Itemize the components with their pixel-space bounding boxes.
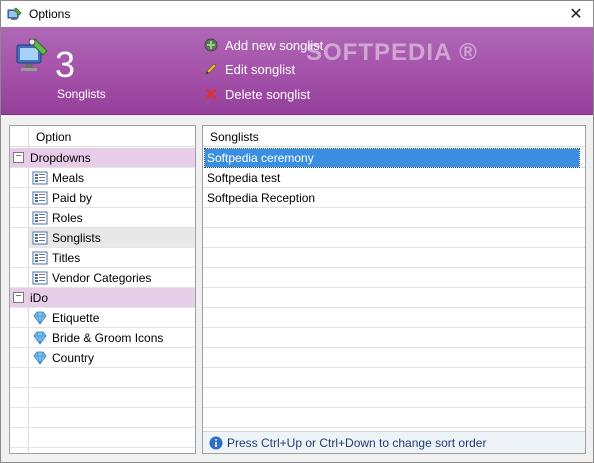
- songlist-name: Softpedia test: [207, 171, 281, 185]
- songlist-row[interactable]: Softpedia Reception: [203, 188, 585, 208]
- gem-icon: [32, 310, 48, 326]
- list-icon: [32, 210, 48, 226]
- options-tree-header: Option: [10, 126, 195, 147]
- tree-item-label: Paid by: [52, 191, 93, 205]
- delete-songlist-button[interactable]: Delete songlist: [203, 86, 310, 102]
- tree-item-songlists[interactable]: Songlists: [29, 228, 195, 248]
- songlist-row[interactable]: Softpedia ceremony: [203, 148, 585, 168]
- songlist-count-label: Songlists: [57, 87, 106, 101]
- tree-item-roles[interactable]: Roles: [10, 208, 195, 228]
- gem-icon: [32, 330, 48, 346]
- tree-item-label: Country: [52, 351, 95, 365]
- app-icon: [7, 6, 23, 22]
- songlists-grid-header: Songlists: [203, 126, 585, 147]
- info-icon: [209, 436, 223, 450]
- close-button[interactable]: ✕: [559, 1, 593, 27]
- empty-row: [203, 368, 585, 388]
- options-window: Options ✕ 3 Songlists Add new songlist E…: [0, 0, 594, 463]
- sort-hint-bar: Press Ctrl+Up or Ctrl+Down to change sor…: [203, 431, 585, 453]
- tree-item-label: Songlists: [52, 231, 101, 245]
- list-icon: [32, 190, 48, 206]
- list-icon: [32, 270, 48, 286]
- tree-item-meals[interactable]: Meals: [10, 168, 195, 188]
- edit-songlist-label: Edit songlist: [225, 61, 296, 77]
- delete-icon: [203, 86, 219, 102]
- pencil-icon: [203, 61, 219, 77]
- add-icon: [203, 37, 219, 53]
- edit-songlist-button[interactable]: Edit songlist: [203, 61, 295, 77]
- list-icon: [32, 230, 48, 246]
- empty-row: [203, 228, 585, 248]
- empty-row: [203, 208, 585, 228]
- header-banner: 3 Songlists Add new songlist Edit songli…: [1, 27, 593, 115]
- tree-item-label: Etiquette: [52, 311, 100, 325]
- tree-item-country[interactable]: Country: [10, 348, 195, 368]
- delete-songlist-label: Delete songlist: [225, 86, 311, 102]
- songlists-grid[interactable]: Songlists Softpedia ceremony Softpedia t…: [202, 125, 586, 454]
- collapse-toggle[interactable]: −: [13, 292, 24, 303]
- tree-item-vendor-categories[interactable]: Vendor Categories: [10, 268, 195, 288]
- tree-item-label: Titles: [52, 251, 81, 265]
- tree-item-paid-by[interactable]: Paid by: [10, 188, 195, 208]
- list-icon: [32, 250, 48, 266]
- sort-hint-text: Press Ctrl+Up or Ctrl+Down to change sor…: [227, 436, 487, 450]
- list-icon: [32, 170, 48, 186]
- option-column-header: Option: [36, 130, 72, 144]
- group-label: iDo: [30, 291, 49, 305]
- options-logo-icon: [15, 37, 51, 75]
- empty-row: [203, 248, 585, 268]
- empty-row: [10, 408, 195, 428]
- songlist-count: 3: [55, 44, 76, 85]
- empty-row: [203, 348, 585, 368]
- empty-row: [203, 308, 585, 328]
- softpedia-watermark: SOFTPEDIA ®: [306, 39, 478, 66]
- options-tree[interactable]: Option − Dropdowns Meals Paid by Roles S…: [9, 125, 196, 454]
- collapse-toggle[interactable]: −: [13, 152, 24, 163]
- empty-row: [203, 408, 585, 428]
- tree-item-label: Vendor Categories: [52, 271, 152, 285]
- group-label: Dropdowns: [30, 151, 91, 165]
- tree-item-titles[interactable]: Titles: [10, 248, 195, 268]
- empty-row: [10, 388, 195, 408]
- title-bar: Options ✕: [1, 1, 593, 27]
- tree-item-label: Meals: [52, 171, 85, 185]
- songlist-name: Softpedia Reception: [207, 191, 316, 205]
- songlists-column-header: Songlists: [210, 130, 259, 144]
- tree-item-label: Bride & Groom Icons: [52, 331, 164, 345]
- empty-row: [10, 428, 195, 448]
- tree-item-bride-groom-icons[interactable]: Bride & Groom Icons: [10, 328, 195, 348]
- window-title: Options: [29, 7, 71, 21]
- gem-icon: [32, 350, 48, 366]
- empty-row: [203, 388, 585, 408]
- tree-item-label: Roles: [52, 211, 83, 225]
- songlist-row[interactable]: Softpedia test: [203, 168, 585, 188]
- songlist-name: Softpedia ceremony: [204, 148, 580, 168]
- empty-row: [203, 268, 585, 288]
- group-dropdowns[interactable]: − Dropdowns: [10, 148, 195, 168]
- empty-row: [203, 288, 585, 308]
- group-ido[interactable]: − iDo: [10, 288, 195, 308]
- tree-item-etiquette[interactable]: Etiquette: [10, 308, 195, 328]
- empty-row: [10, 368, 195, 388]
- empty-row: [203, 328, 585, 348]
